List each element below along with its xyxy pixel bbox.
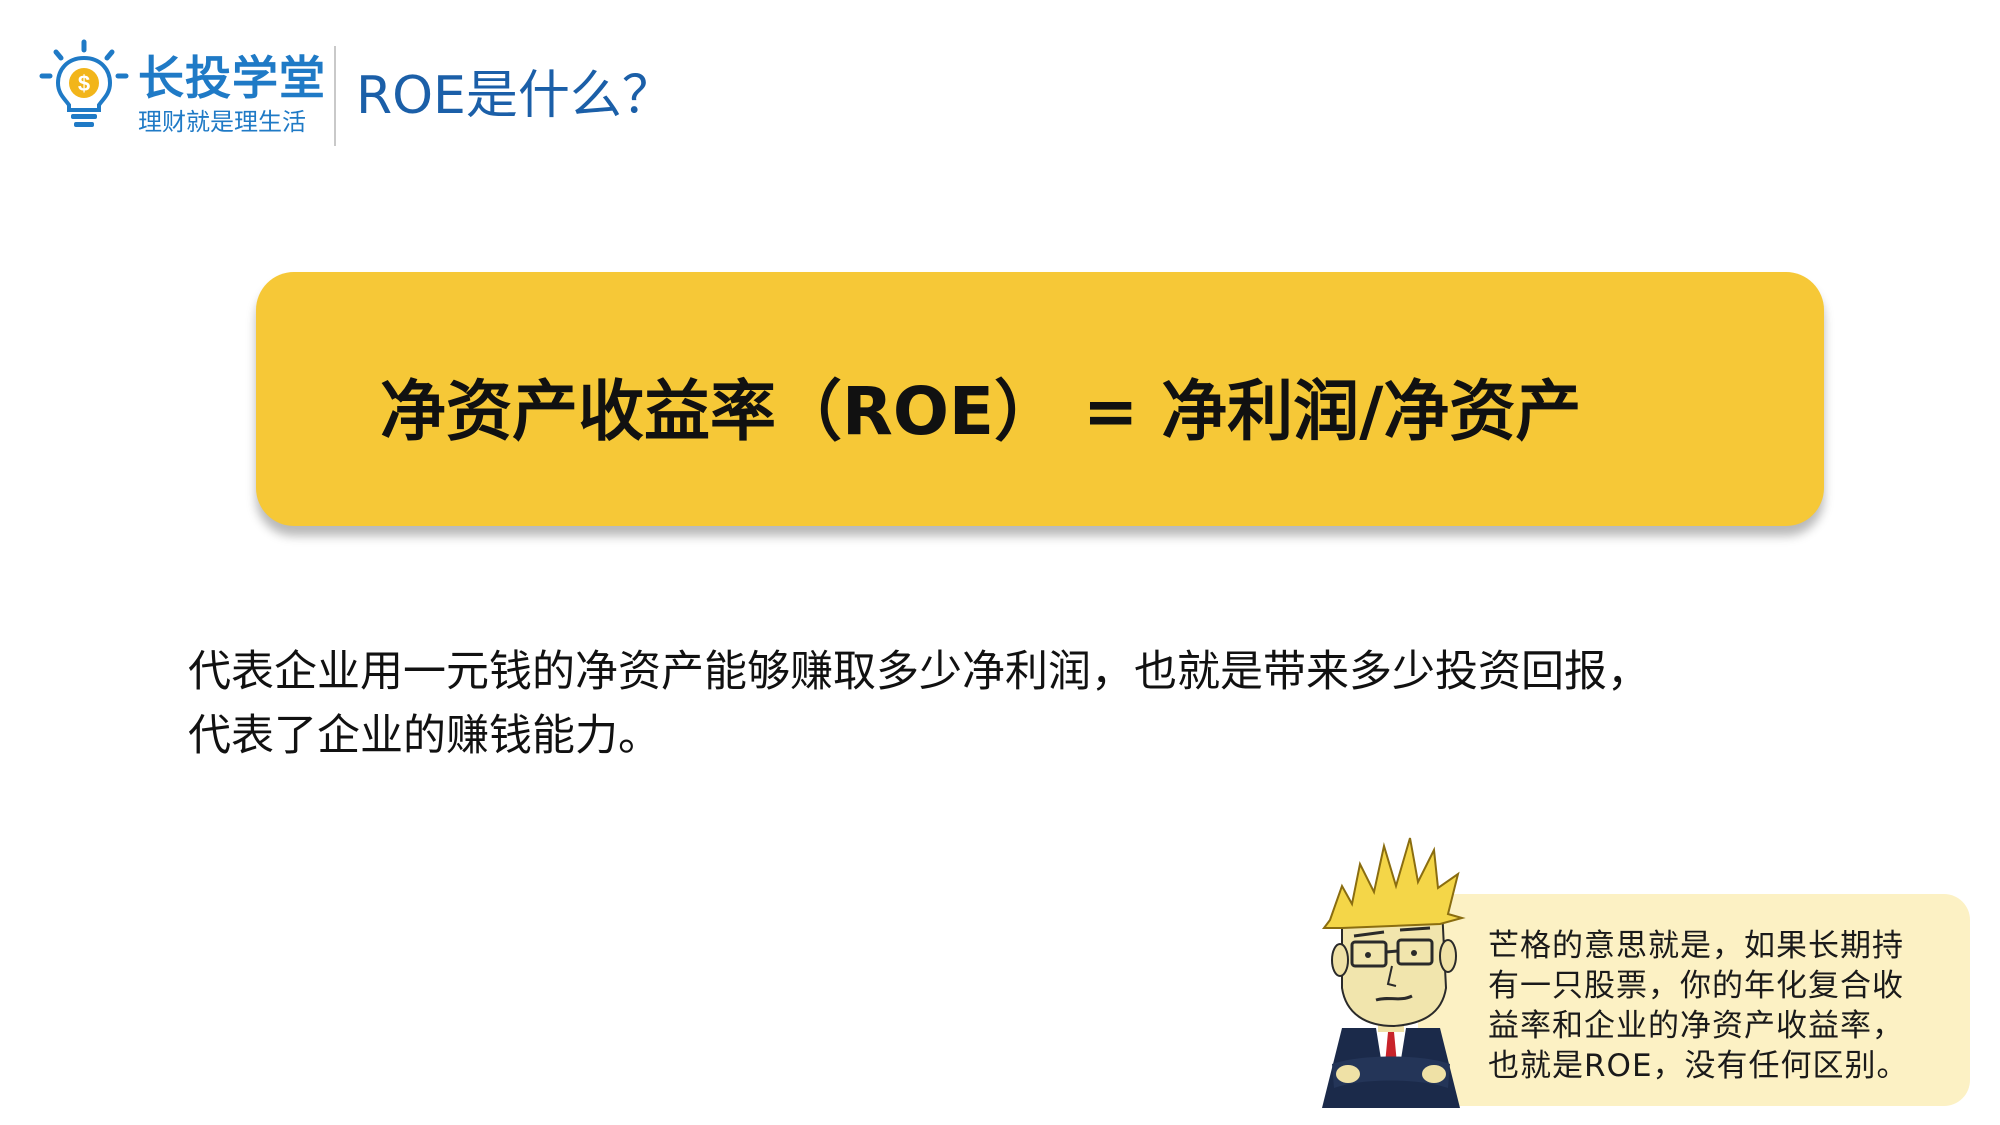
quote-line-2: 有一只股票，你的年化复合收 <box>1488 968 1904 1004</box>
quote-line-1: 芒格的意思就是，如果长期持 <box>1488 928 1904 964</box>
page-title: ROE是什么？ <box>356 66 674 126</box>
brand-slogan: 理财就是理生活 <box>138 108 306 136</box>
svg-text:$: $ <box>78 71 90 96</box>
brand-name: 长投学堂 <box>138 51 326 105</box>
munger-cartoon-image <box>1322 837 1466 1108</box>
lightbulb-dollar-icon: $ <box>39 39 129 127</box>
quote-line-4: 也就是ROE，没有任何区别。 <box>1488 1048 1909 1084</box>
description-line-2: 代表了企业的赚钱能力。 <box>188 711 661 761</box>
header-divider <box>334 46 336 146</box>
formula-text: 净资产收益率（ROE） = 净利润/净资产 <box>380 373 1582 450</box>
description-line-1: 代表企业用一元钱的净资产能够赚取多少净利润，也就是带来多少投资回报， <box>188 647 1650 697</box>
quote-line-3: 益率和企业的净资产收益率， <box>1488 1008 1904 1044</box>
